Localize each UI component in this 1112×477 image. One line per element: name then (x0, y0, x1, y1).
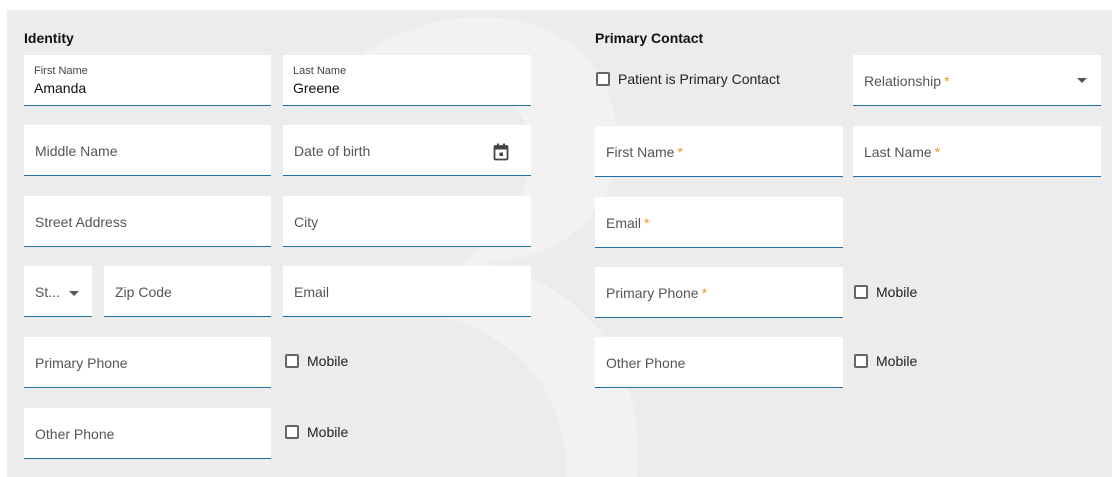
mobile-label: Mobile (876, 284, 918, 300)
primary-phone-mobile-checkbox[interactable]: Mobile (285, 353, 348, 369)
relationship-select[interactable]: Relationship * (853, 55, 1101, 106)
street-address-placeholder: Street Address (35, 214, 127, 230)
checkbox-icon[interactable] (596, 72, 610, 86)
patient-is-primary-contact-label: Patient is Primary Contact (618, 71, 780, 87)
first-name-field[interactable]: First Name Amanda (24, 55, 271, 106)
state-placeholder: St... (35, 284, 60, 300)
email-placeholder: Email (294, 284, 330, 300)
chevron-down-icon (69, 291, 79, 296)
mobile-label: Mobile (307, 353, 349, 369)
city-placeholder: City (294, 214, 319, 230)
calendar-icon[interactable] (493, 143, 509, 161)
first-name-value: Amanda (34, 80, 87, 96)
contact-other-phone-mobile-checkbox[interactable]: Mobile (854, 353, 917, 369)
relationship-placeholder: Relationship * (864, 73, 950, 89)
first-name-label: First Name (34, 65, 88, 77)
patient-is-primary-contact-checkbox[interactable]: Patient is Primary Contact (596, 71, 780, 87)
contact-primary-phone-placeholder: Primary Phone * (606, 285, 708, 301)
contact-last-name-placeholder: Last Name * (864, 144, 941, 160)
checkbox-icon[interactable] (854, 285, 868, 299)
identity-title: Identity (24, 30, 74, 46)
primary-phone-placeholder: Primary Phone (35, 355, 128, 371)
checkbox-icon[interactable] (854, 354, 868, 368)
contact-first-name-placeholder: First Name * (606, 144, 683, 160)
checkbox-icon[interactable] (285, 354, 299, 368)
last-name-field[interactable]: Last Name Greene (283, 55, 531, 106)
other-phone-mobile-checkbox[interactable]: Mobile (285, 424, 348, 440)
state-select[interactable]: St... (24, 266, 92, 317)
checkbox-icon[interactable] (285, 425, 299, 439)
contact-first-name-field[interactable]: First Name * (595, 126, 843, 177)
contact-primary-phone-mobile-checkbox[interactable]: Mobile (854, 284, 917, 300)
last-name-label: Last Name (293, 65, 347, 77)
contact-email-field[interactable]: Email * (595, 197, 843, 248)
city-field[interactable]: City (283, 196, 531, 247)
date-of-birth-placeholder: Date of birth (294, 143, 371, 159)
chevron-down-icon (1077, 78, 1087, 83)
contact-other-phone-placeholder: Other Phone (606, 355, 686, 371)
mobile-label: Mobile (876, 353, 918, 369)
primary-contact-title: Primary Contact (595, 30, 704, 46)
middle-name-field[interactable]: Middle Name (24, 125, 271, 176)
contact-email-placeholder: Email * (606, 215, 650, 231)
primary-phone-field[interactable]: Primary Phone (24, 337, 271, 388)
mobile-label: Mobile (307, 424, 349, 440)
other-phone-field[interactable]: Other Phone (24, 408, 271, 459)
contact-last-name-field[interactable]: Last Name * (853, 126, 1101, 177)
contact-other-phone-field[interactable]: Other Phone (595, 337, 843, 388)
street-address-field[interactable]: Street Address (24, 196, 271, 247)
email-field[interactable]: Email (283, 266, 531, 317)
last-name-value: Greene (293, 80, 340, 96)
date-of-birth-field[interactable]: Date of birth (283, 125, 531, 176)
contact-primary-phone-field[interactable]: Primary Phone * (595, 267, 843, 318)
form-panel: Identity First Name Amanda Last Name Gre… (7, 10, 1112, 477)
middle-name-placeholder: Middle Name (35, 143, 118, 159)
zip-code-placeholder: Zip Code (115, 284, 172, 300)
other-phone-placeholder: Other Phone (35, 426, 115, 442)
zip-code-field[interactable]: Zip Code (104, 266, 271, 317)
